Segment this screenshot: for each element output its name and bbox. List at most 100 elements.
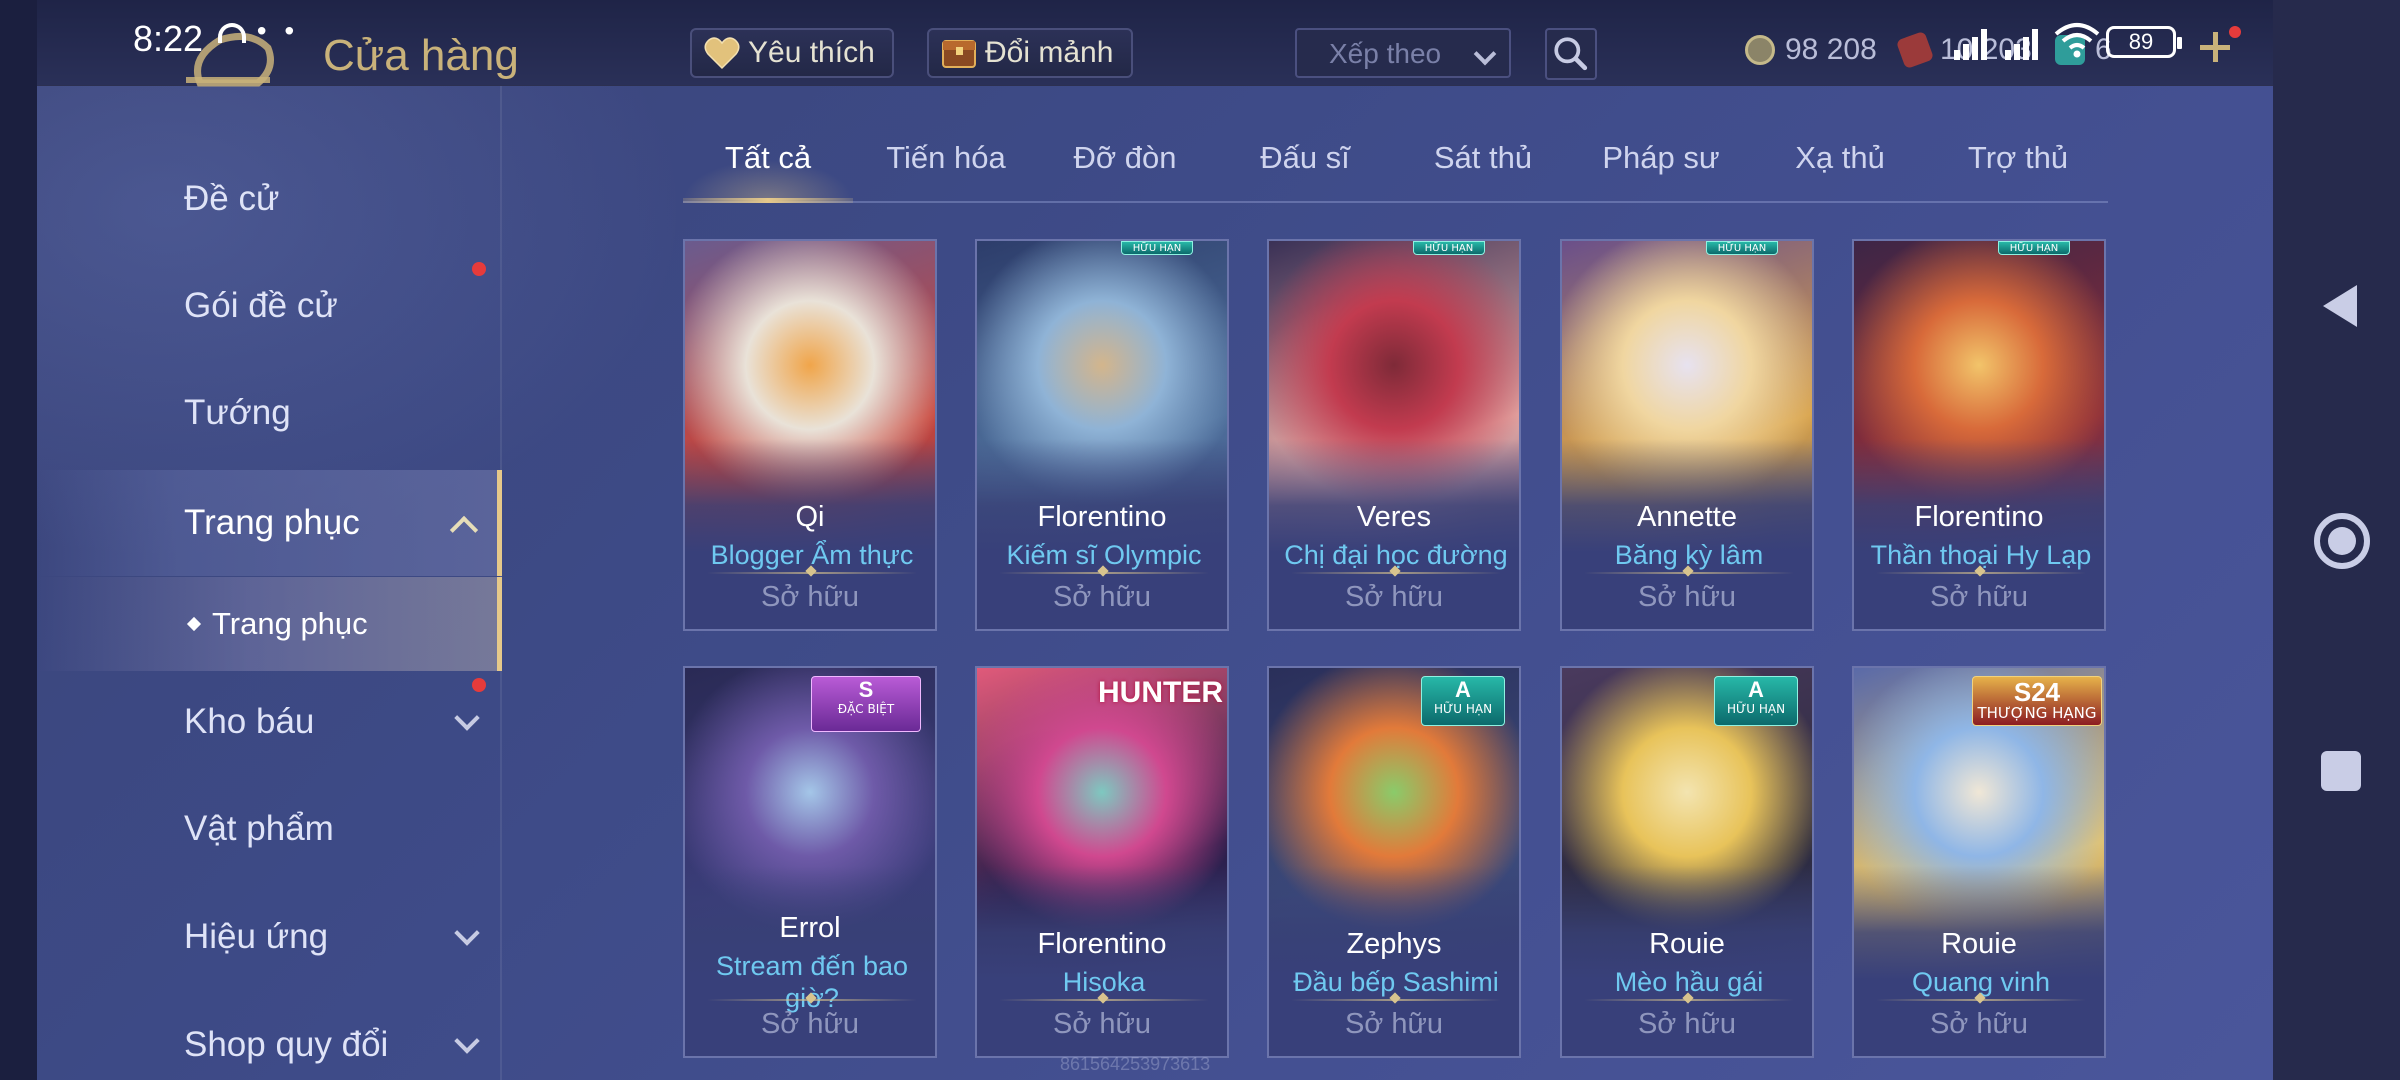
nav-recent-apps-button[interactable] bbox=[2321, 751, 2361, 791]
nav-back-button[interactable] bbox=[2323, 285, 2357, 327]
owned-status: Sở hữu bbox=[1637, 1008, 1737, 1040]
card-separator bbox=[1584, 572, 1794, 574]
shard-chest-icon bbox=[942, 40, 976, 68]
skin-card[interactable]: HỮU HẠN Veres Chị đại học đường Sở hữu bbox=[1267, 239, 1521, 631]
add-currency-button[interactable] bbox=[2198, 30, 2232, 64]
chevron-up-icon bbox=[449, 515, 479, 545]
hero-name: Rouie bbox=[1941, 928, 2017, 960]
owned-status: Sở hữu bbox=[1052, 581, 1152, 613]
hero-name: Qi bbox=[795, 501, 825, 533]
tab-fighter[interactable]: Đấu sĩ bbox=[1230, 140, 1380, 202]
chevron-down-icon bbox=[454, 920, 480, 946]
sidebar-item-recommended-bundles[interactable]: Gói đề cử bbox=[37, 253, 502, 359]
skin-tag-badge: A HỮU HẠN bbox=[1714, 676, 1798, 726]
sidebar-item-label: Gói đề cử bbox=[184, 286, 338, 325]
sidebar-item-skins[interactable]: Trang phục bbox=[37, 470, 502, 576]
search-button[interactable] bbox=[1545, 28, 1597, 80]
card-separator bbox=[999, 572, 1209, 574]
hero-name: Veres bbox=[1356, 501, 1432, 533]
sidebar-subitem-skins[interactable]: Trang phục bbox=[37, 577, 502, 671]
sidebar-subitem-label: Trang phục bbox=[212, 606, 368, 641]
owned-status: Sở hữu bbox=[1929, 581, 2029, 613]
hero-name: Errol bbox=[779, 912, 841, 944]
notification-dot bbox=[472, 678, 486, 692]
sidebar-item-treasure[interactable]: Kho báu bbox=[37, 669, 502, 775]
sidebar-item-items[interactable]: Vật phẩm bbox=[37, 776, 502, 882]
owned-status: Sở hữu bbox=[1344, 581, 1444, 613]
page-title: Cửa hàng bbox=[323, 31, 519, 80]
card-separator bbox=[1291, 999, 1501, 1001]
skin-tag-label: ĐẶC BIỆT bbox=[837, 702, 895, 716]
heart-icon bbox=[704, 37, 740, 70]
skin-grade-label: S24 bbox=[2013, 677, 2061, 707]
voucher-icon bbox=[1895, 30, 1935, 70]
sidebar-item-label: Đề cử bbox=[184, 179, 280, 218]
nav-home-button[interactable] bbox=[2314, 513, 2370, 569]
skin-tag-label: HỮU HẠN bbox=[1726, 702, 1786, 716]
skin-card[interactable]: HỮU HẠN Florentino Kiếm sĩ Olympic Sở hữu bbox=[975, 239, 1229, 631]
skin-card[interactable]: Qi Blogger Ẩm thực Sở hữu bbox=[683, 239, 937, 631]
skin-card[interactable]: A HỮU HẠN Rouie Mèo hầu gái Sở hữu bbox=[1560, 666, 1814, 1058]
shard-exchange-button[interactable]: Đổi mảnh bbox=[927, 28, 1133, 78]
skin-tag-label: HỮU HẠN bbox=[1433, 702, 1493, 716]
sort-dropdown[interactable]: Xếp theo bbox=[1295, 28, 1511, 78]
tab-all[interactable]: Tất cả bbox=[683, 140, 853, 202]
skin-grade-label: S bbox=[858, 677, 874, 702]
owned-status: Sở hữu bbox=[1052, 1008, 1152, 1040]
sidebar-item-label: Trang phục bbox=[184, 503, 360, 542]
tab-evolution[interactable]: Tiến hóa bbox=[871, 140, 1021, 202]
skin-card[interactable]: HỮU HẠN Annette Băng kỳ lâm Sở hữu bbox=[1560, 239, 1814, 631]
card-separator bbox=[707, 572, 917, 574]
hero-name: Zephys bbox=[1346, 928, 1442, 960]
sidebar-item-heroes[interactable]: Tướng bbox=[37, 360, 502, 466]
skin-grade-label: A bbox=[1455, 677, 1471, 702]
tab-assassin[interactable]: Sát thủ bbox=[1408, 140, 1558, 202]
skin-card[interactable]: SĐẶC BIỆT Errol Stream đến bao giờ?Sở hữu bbox=[683, 666, 937, 1058]
tab-marksman[interactable]: Xạ thủ bbox=[1765, 140, 1915, 202]
skin-tag-badge: HỮU HẠN bbox=[1413, 241, 1485, 255]
card-separator bbox=[1876, 999, 2086, 1001]
gold-amount: 98 208 bbox=[1785, 33, 1877, 66]
sidebar-item-label: Vật phẩm bbox=[184, 809, 334, 848]
skin-card[interactable]: A HỮU HẠN Zephys Đầu bếp Sashimi Sở hữu bbox=[1267, 666, 1521, 1058]
tab-tank[interactable]: Đỡ đòn bbox=[1050, 140, 1200, 202]
wifi-icon bbox=[2054, 23, 2100, 58]
diamond-bullet-icon bbox=[186, 616, 202, 632]
chevron-down-icon bbox=[454, 705, 480, 731]
skin-card[interactable]: HỮU HẠN Florentino Thần thoại Hy Lạp Sở hữu bbox=[1852, 239, 2106, 631]
sidebar-item-effects[interactable]: Hiệu ứng bbox=[37, 884, 502, 990]
tab-support[interactable]: Trợ thủ bbox=[1943, 140, 2093, 202]
sidebar-item-recommended[interactable]: Đề cử bbox=[37, 146, 502, 252]
skin-card[interactable]: S24 THƯỢNG HẠNG Rouie Quang vinh Sở hữu bbox=[1852, 666, 2106, 1058]
skin-card[interactable]: HUNTER Florentino Hisoka Sở hữu bbox=[975, 666, 1229, 1058]
owned-status: Sở hữu bbox=[1929, 1008, 2029, 1040]
skin-tag-label: THƯỢNG HẠNG bbox=[1977, 704, 2097, 722]
sidebar-item-label: Shop quy đổi bbox=[184, 1025, 389, 1064]
hero-name: Florentino bbox=[1037, 501, 1167, 533]
skin-tag-badge: HỮU HẠN bbox=[1998, 241, 2070, 255]
owned-status: Sở hữu bbox=[1637, 581, 1737, 613]
hero-name: Annette bbox=[1637, 501, 1737, 533]
battery-indicator: 89 bbox=[2106, 26, 2182, 58]
search-icon bbox=[1554, 37, 1588, 71]
chevron-down-icon bbox=[454, 1028, 480, 1054]
favorites-label: Yêu thích bbox=[748, 36, 875, 69]
card-separator bbox=[999, 999, 1209, 1001]
owned-status: Sở hữu bbox=[1344, 1008, 1444, 1040]
sidebar-item-label: Hiệu ứng bbox=[184, 917, 329, 956]
skin-tag-badge: HUNTER bbox=[1098, 676, 1223, 709]
watermark: 861564253973613 bbox=[1060, 1054, 1211, 1074]
favorites-button[interactable]: Yêu thích bbox=[690, 28, 894, 78]
skin-tag-badge: A HỮU HẠN bbox=[1421, 676, 1505, 726]
skin-tag-badge: S24 THƯỢNG HẠNG bbox=[1972, 676, 2102, 726]
card-separator bbox=[707, 999, 917, 1001]
chevron-down-icon bbox=[1473, 42, 1497, 66]
sidebar-item-exchange-shop[interactable]: Shop quy đổi bbox=[37, 992, 502, 1080]
status-time: 8:22 bbox=[133, 18, 204, 59]
hero-name: Rouie bbox=[1649, 928, 1725, 960]
owned-status: Sở hữu bbox=[760, 581, 860, 613]
skin-tag-badge: S ĐẶC BIỆT bbox=[811, 676, 921, 732]
notification-dot bbox=[472, 262, 486, 276]
skin-grade-label: A bbox=[1748, 677, 1764, 702]
tab-mage[interactable]: Pháp sư bbox=[1586, 140, 1736, 202]
